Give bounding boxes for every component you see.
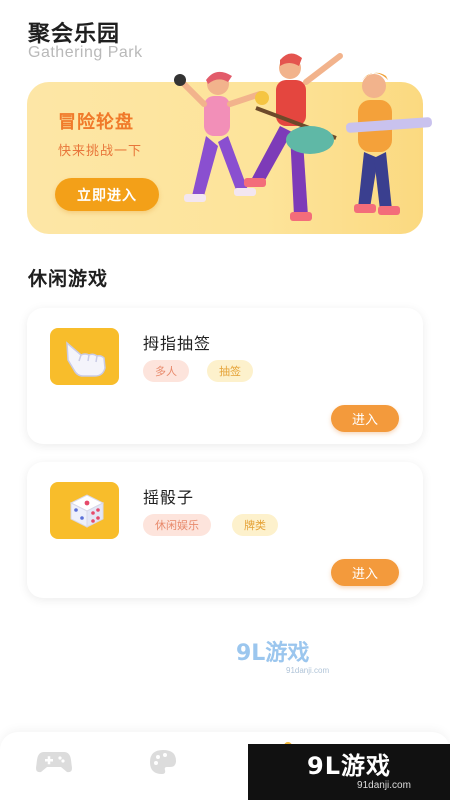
enter-button[interactable]: 进入 [331, 559, 399, 586]
band-illustration [174, 53, 432, 221]
game-tag: 牌类 [232, 514, 278, 536]
game-name: 拇指抽签 [143, 334, 212, 353]
gamepad-icon[interactable] [36, 748, 72, 774]
watermark-logo: 9L游戏 [236, 641, 310, 666]
enter-button[interactable]: 进入 [331, 405, 399, 432]
section-title: 休闲游戏 [28, 268, 109, 290]
game-card-dice[interactable]: 摇骰子 休闲娱乐 牌类 进入 [27, 462, 423, 598]
game-tag: 休闲娱乐 [143, 514, 211, 536]
page-subtitle: Gathering Park [28, 44, 143, 61]
pointing-hand-icon [65, 340, 106, 377]
site-logo-url: 91danji.com [357, 780, 411, 791]
game-thumbnail [50, 482, 119, 539]
game-name: 摇骰子 [143, 488, 195, 507]
banner-title: 冒险轮盘 [58, 112, 134, 133]
game-thumbnail [50, 328, 119, 385]
game-card-thumb-draw[interactable]: 拇指抽签 多人 抽签 进入 [27, 308, 423, 444]
palette-icon[interactable] [148, 748, 178, 776]
site-logo-badge: 9L游戏 91danji.com [248, 744, 450, 800]
banner-subtitle: 快来挑战一下 [58, 144, 143, 159]
game-tag: 抽签 [207, 360, 253, 382]
dice-icon [69, 493, 104, 528]
site-logo-text: 9L游戏 [307, 752, 391, 780]
game-tag: 多人 [143, 360, 189, 382]
watermark-url: 91danji.com [286, 666, 330, 675]
enter-now-button[interactable]: 立即进入 [55, 178, 159, 211]
watermark: 9L游戏 91danji.com [236, 641, 330, 676]
